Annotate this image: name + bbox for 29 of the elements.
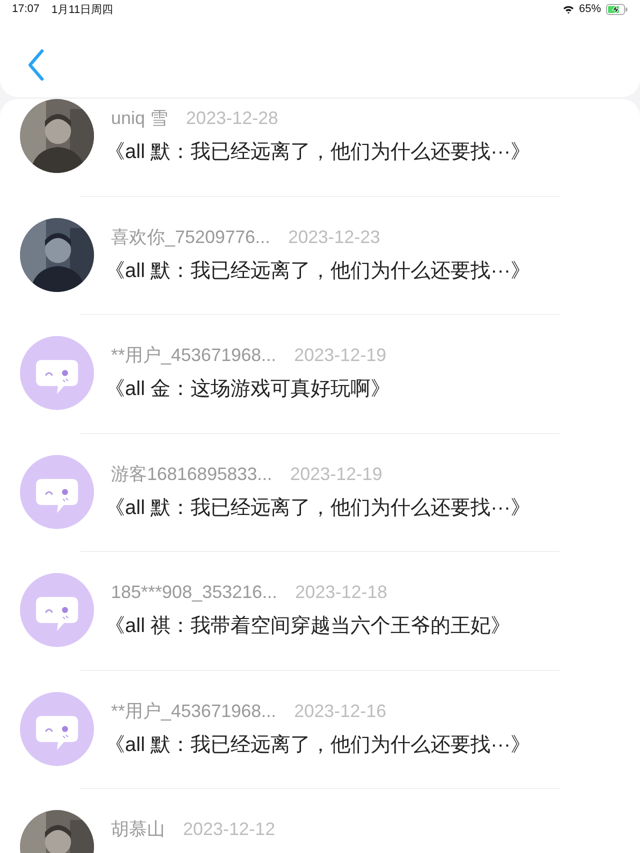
user-name: **用户_453671968... [111,344,276,367]
user-name: uniq 雪 [111,107,168,130]
user-name: 游客16816895833... [111,462,272,486]
user-name: 185***908_353216... [111,581,278,604]
book-title: 《all 祺：我带着空间穿越当六个王爷的王妃》 [105,614,511,639]
comment-date: 2023-12-18 [295,581,388,604]
comment-date: 2023-12-16 [294,700,386,722]
user-name: 喜欢你_75209776... [111,226,270,248]
chat-bubble-avatar-icon [20,692,94,766]
book-title: 《all 默：我已经远离了，他们为什么还要找···》 [105,732,531,758]
comment-date: 2023-12-19 [294,344,386,367]
chat-bubble-avatar-icon [20,336,94,410]
comment-date: 2023-12-23 [288,226,380,248]
comment-date: 2023-12-12 [183,818,276,841]
book-title: 《all 默：我已经远离了，他们为什么还要找···》 [105,258,531,284]
wifi-icon [562,4,574,14]
user-name: **用户_453671968... [111,700,276,722]
book-title: 《all 金：这场游戏可真好玩啊》 [105,377,391,402]
status-time: 17:07 [12,3,40,15]
comment-date: 2023-12-28 [186,107,278,130]
book-title: 《all 默：我已经远离了，他们为什么还要找···》 [105,140,531,165]
battery-charging-icon [606,4,628,14]
comment-date: 2023-12-19 [290,462,382,486]
battery-percent: 65% [578,3,601,15]
chat-bubble-avatar-icon [20,454,94,528]
chat-bubble-avatar-icon [20,573,94,647]
user-name: 胡慕山 [111,818,165,841]
book-title: 《all 默：我已经远离了，他们为什么还要找···》 [105,496,531,520]
status-date: 1月11日周四 [52,2,114,16]
